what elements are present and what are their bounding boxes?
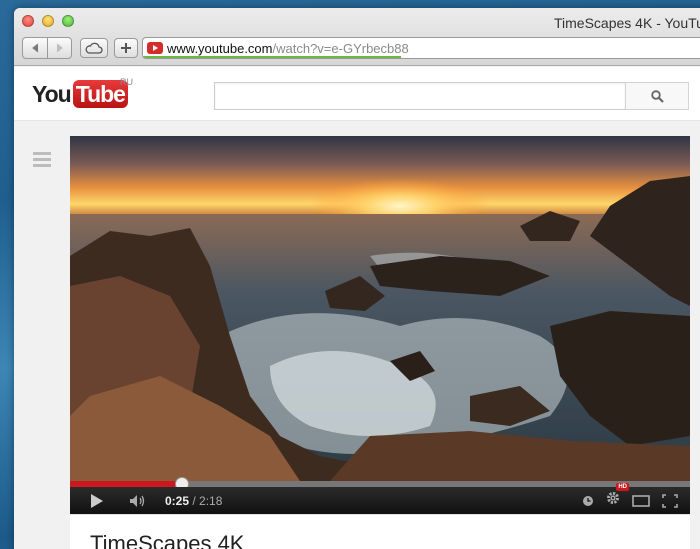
player-controls: 0:25 / 2:18 HD [70, 483, 690, 514]
settings-button[interactable]: HD [606, 483, 629, 510]
page-load-progress [143, 56, 401, 58]
watch-later-icon[interactable] [582, 495, 594, 507]
url-path: /watch?v=e-GYrbecb88 [272, 40, 409, 56]
search-input[interactable] [214, 82, 626, 110]
gear-icon [607, 492, 619, 504]
plus-icon [121, 43, 131, 53]
hd-badge: HD [616, 483, 629, 491]
youtube-favicon-icon [147, 42, 163, 54]
video-info-card: TimeScapes 4K [70, 514, 690, 549]
forward-arrow-icon [56, 43, 63, 53]
cloud-icon [85, 42, 103, 54]
volume-button[interactable] [129, 494, 147, 508]
time-display: 0:25 / 2:18 [165, 494, 222, 508]
speaker-icon [130, 494, 145, 507]
guide-menu-button[interactable] [33, 152, 51, 170]
back-button[interactable] [23, 38, 47, 58]
window-title: TimeScapes 4K - YouTube [554, 15, 700, 31]
back-arrow-icon [32, 43, 39, 53]
menu-icon [33, 152, 51, 167]
video-player[interactable]: 0:25 / 2:18 HD [70, 136, 690, 514]
title-bar: TimeScapes 4K - YouTube www.youtube.com/… [14, 8, 700, 66]
logo-you: You [32, 80, 72, 107]
forward-button[interactable] [47, 38, 71, 58]
address-bar[interactable]: www.youtube.com/watch?v=e-GYrbecb88 [142, 37, 700, 59]
player-right-controls: HD [582, 483, 690, 510]
youtube-logo[interactable]: You Tube RU [32, 77, 133, 108]
browser-window: TimeScapes 4K - YouTube www.youtube.com/… [14, 8, 700, 549]
video-frame[interactable] [70, 136, 690, 481]
browser-toolbar: www.youtube.com/watch?v=e-GYrbecb88 [22, 37, 700, 59]
nav-buttons [22, 37, 72, 59]
search-icon [650, 89, 664, 103]
youtube-header: You Tube RU [14, 67, 700, 121]
time-separator: / [189, 493, 200, 508]
current-time: 0:25 [165, 493, 190, 508]
fullscreen-icon[interactable] [662, 493, 678, 508]
search-button[interactable] [625, 82, 689, 110]
theater-mode-icon[interactable] [632, 494, 650, 507]
new-tab-button[interactable] [114, 38, 138, 58]
page-content: You Tube RU 0:25 / 2:18 HD TimeScapes 4K [14, 67, 700, 549]
icloud-tabs-button[interactable] [80, 38, 108, 58]
play-button[interactable] [91, 493, 103, 508]
logo-region: RU [120, 77, 133, 87]
url-host: www.youtube.com [167, 40, 273, 56]
video-title: TimeScapes 4K [90, 531, 245, 549]
duration: 2:18 [199, 493, 223, 508]
